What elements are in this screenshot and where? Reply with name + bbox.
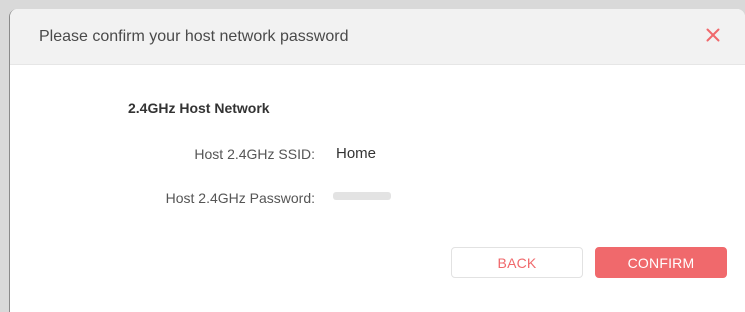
ssid-label: Host 2.4GHz SSID:: [194, 146, 315, 162]
close-icon: [706, 28, 720, 42]
back-button[interactable]: BACK: [451, 247, 583, 278]
dialog-header: Please confirm your host network passwor…: [10, 9, 745, 65]
confirm-password-dialog: Please confirm your host network passwor…: [9, 9, 745, 312]
dialog-title: Please confirm your host network passwor…: [39, 28, 349, 45]
password-label: Host 2.4GHz Password:: [165, 190, 315, 206]
ssid-value: Home: [336, 145, 377, 162]
section-title: 2.4GHz Host Network: [128, 100, 270, 116]
password-value-masked: [333, 192, 391, 200]
close-button[interactable]: [701, 23, 725, 47]
confirm-button[interactable]: CONFIRM: [595, 247, 727, 278]
